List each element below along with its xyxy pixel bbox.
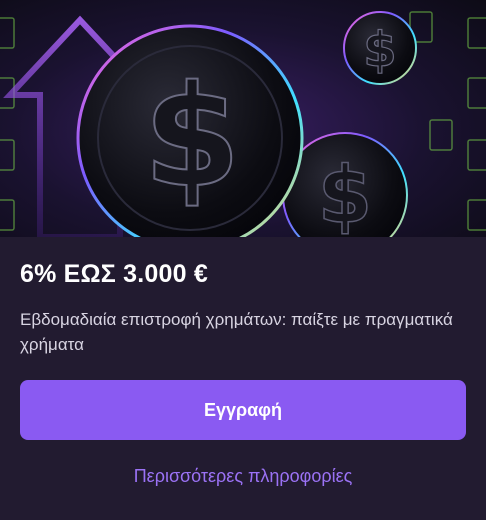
hero-image: $ $ $ [0,0,486,237]
register-button[interactable]: Εγγραφή [20,380,466,440]
dollar-coin-icon: $ [76,24,304,237]
svg-text:$: $ [318,151,372,237]
dollar-coin-icon: $ [343,11,417,85]
promo-content: 6% ΕΩΣ 3.000 € Εβδομαδιαία επιστροφή χρη… [0,237,486,520]
svg-text:$: $ [143,56,240,219]
hero-illustration: $ $ $ [0,11,486,237]
promo-card: $ $ $ 6% ΕΩΣ 3.000 € Εβδομαδιαία επιστρο… [0,0,486,520]
promo-description: Εβδομαδιαία επιστροφή χρημάτων: παίξτε μ… [20,310,453,354]
more-info-link[interactable]: Περισσότερες πληροφορίες [0,466,486,487]
promo-title: 6% ΕΩΣ 3.000 € [20,260,208,288]
svg-text:$: $ [363,22,396,78]
